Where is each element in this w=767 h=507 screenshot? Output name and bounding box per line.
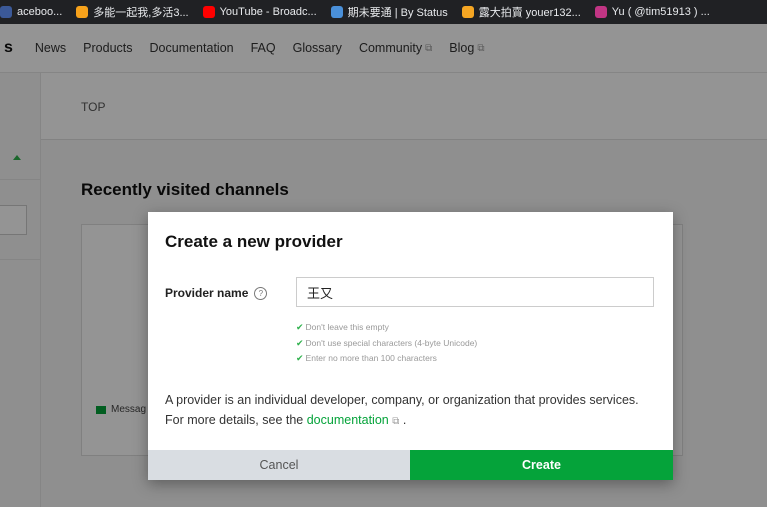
check-icon: ✔	[296, 337, 304, 348]
create-provider-dialog: Create a new provider Provider name ? ✔D…	[148, 212, 673, 480]
validation-rule: ✔ Don't use special characters (4-byte Un…	[296, 336, 477, 352]
facebook-icon	[0, 6, 12, 18]
bookmark-5[interactable]: Yu ( @tim51913 ) ...	[594, 6, 710, 18]
bookmark-1[interactable]: 多能一起我,多活3...	[76, 4, 189, 20]
rule-text: Don't use special characters (4-byte Uni…	[305, 337, 478, 348]
validation-rule: ✔ Enter no more than 100 characters	[296, 351, 477, 367]
rule-text: Don't leave this empty	[305, 322, 389, 332]
bookmark-icon	[330, 6, 343, 18]
bookmark-icon	[76, 6, 89, 18]
bookmark-2[interactable]: YouTube - Broadc...	[202, 6, 317, 18]
field-label: Provider name	[165, 286, 249, 300]
provider-name-label: Provider name ?	[165, 286, 268, 300]
instagram-icon	[594, 6, 607, 18]
provider-name-input[interactable]	[296, 277, 654, 307]
youtube-icon	[202, 6, 215, 18]
bookmark-label: 多能一起我,多活3...	[93, 7, 189, 19]
desc-text-end: .	[399, 413, 407, 427]
bookmark-label: YouTube - Broadc...	[219, 6, 317, 18]
check-icon: ✔	[296, 353, 304, 363]
bookmarks-bar: aceboo... 多能一起我,多活3... YouTube - Broadc.…	[0, 0, 767, 24]
bookmark-label: 期未要通 | By Status	[347, 7, 448, 19]
bookmark-0[interactable]: aceboo...	[0, 6, 62, 18]
documentation-link[interactable]: documentation	[307, 413, 389, 427]
create-button[interactable]: Create	[410, 450, 673, 480]
help-icon[interactable]: ?	[254, 286, 268, 300]
bookmark-label: Yu ( @tim51913 ) ...	[611, 6, 710, 18]
bookmark-3[interactable]: 期未要通 | By Status	[330, 4, 448, 20]
bookmark-label: 露大拍賣 youer132...	[478, 7, 581, 19]
check-icon: ✔	[296, 322, 304, 332]
cancel-button[interactable]: Cancel	[148, 450, 410, 480]
rule-text: Enter no more than 100 characters	[305, 353, 437, 363]
provider-description: A provider is an individual developer, c…	[165, 390, 645, 432]
bookmark-4[interactable]: 露大拍賣 youer132...	[461, 4, 581, 20]
dialog-title: Create a new provider	[165, 232, 343, 251]
bookmark-label: aceboo...	[17, 6, 63, 18]
validation-rules: ✔ Don't leave this empty ✔ Don't use speci…	[296, 320, 477, 367]
shop-icon	[461, 6, 474, 18]
validation-rule: ✔ Don't leave this empty	[296, 320, 477, 336]
